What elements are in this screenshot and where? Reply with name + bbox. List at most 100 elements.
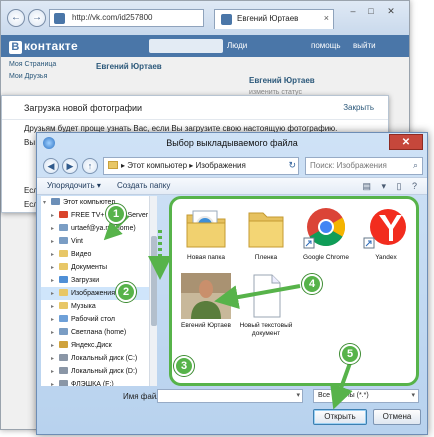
refresh-icon[interactable]: ↻: [288, 160, 296, 171]
file-label: Yandex: [375, 254, 397, 261]
expand-chevron-icon[interactable]: ▸: [51, 381, 59, 386]
filetype-value: Все файлы (*.*): [318, 392, 369, 399]
breadcrumb[interactable]: ▸ Этот компьютер ▸ Изображения ↻: [103, 157, 299, 175]
close-button[interactable]: ✕: [383, 5, 399, 17]
tree-item[interactable]: ▸ Загрузки: [41, 274, 156, 287]
expand-chevron-icon[interactable]: ▸: [51, 277, 59, 284]
new-folder-button[interactable]: Создать папку: [117, 181, 170, 190]
vk-search-label[interactable]: Люди: [227, 41, 247, 50]
tree-item[interactable]: ▸FREE TV+ Media Server: [41, 209, 156, 222]
file-item-new-folder[interactable]: Новая папка: [178, 205, 234, 262]
search-placeholder: Поиск: Изображения: [310, 161, 387, 170]
user-icon: [59, 328, 68, 335]
vk-menu-my-page[interactable]: Моя Страница: [1, 61, 81, 73]
tree-item[interactable]: ▸ Локальный диск (C:): [41, 352, 156, 365]
open-button[interactable]: Открыть: [313, 409, 367, 425]
expand-chevron-icon[interactable]: ▾: [43, 199, 51, 206]
tree-item-label: Документы: [71, 264, 108, 271]
vk-logout-link[interactable]: выйти: [353, 41, 376, 50]
step-badge-1: 1: [106, 204, 126, 224]
filetype-select[interactable]: Все файлы (*.*) ▾: [313, 389, 419, 403]
tree-item[interactable]: ▸ Vint: [41, 235, 156, 248]
back-button[interactable]: ←: [7, 9, 25, 27]
expand-chevron-icon[interactable]: ▸: [51, 264, 59, 271]
expand-chevron-icon[interactable]: ▸: [51, 316, 59, 323]
file-dialog-nav-row: ◀ ▶ ↑ ▸ Этот компьютер ▸ Изображения ↻ П…: [41, 155, 425, 177]
vk-menu-my-friends[interactable]: Мои Друзья: [1, 73, 81, 85]
vk-favicon-icon: [54, 13, 65, 24]
search-input[interactable]: Поиск: Изображения ⌕: [305, 157, 423, 175]
file-item-plenka[interactable]: Пленка: [238, 205, 294, 262]
file-item-google-chrome[interactable]: Google Chrome: [298, 205, 354, 262]
nav-forward-button[interactable]: ▶: [62, 158, 78, 174]
expand-chevron-icon[interactable]: ▸: [51, 329, 59, 336]
expand-chevron-icon[interactable]: ▸: [51, 355, 59, 362]
breadcrumb-path: ▸ Этот компьютер ▸ Изображения: [121, 161, 246, 170]
tree-scroll-thumb[interactable]: [151, 236, 157, 326]
nav-up-button[interactable]: ↑: [82, 158, 98, 174]
tree-item[interactable]: ▸ Рабочий стол: [41, 313, 156, 326]
tree-scrollbar[interactable]: [149, 196, 157, 386]
step-badge-5: 5: [340, 344, 360, 364]
vk-search-input[interactable]: [149, 39, 223, 53]
chevron-down-icon[interactable]: ▾: [296, 391, 300, 399]
file-dialog-toolbar: Упорядочить ▾ Создать папку ▤ ▾ ▯ ?: [37, 177, 427, 195]
minimize-button[interactable]: –: [345, 5, 361, 17]
media-icon: [59, 211, 68, 218]
maximize-button[interactable]: □: [363, 5, 379, 17]
back-arrow-icon: ←: [11, 12, 21, 23]
step-badge-4: 4: [302, 274, 322, 294]
tree-item-label: urtaef@ya.ru (home): [71, 225, 136, 232]
view-options-icons[interactable]: ▤ ▾ ▯ ?: [363, 181, 421, 192]
tree-item-label: Светлана (home): [71, 329, 127, 336]
expand-chevron-icon[interactable]: ▸: [51, 238, 59, 245]
vk-left-menu: Моя Страница Мои Друзья: [1, 57, 81, 85]
tree-item[interactable]: ▾ Этот компьютер: [41, 196, 156, 209]
tree-item[interactable]: ▸ Яндекс.Диск: [41, 339, 156, 352]
forward-button[interactable]: →: [28, 9, 46, 27]
file-label: Пленка: [254, 254, 278, 261]
tree-item[interactable]: ▸ urtaef@ya.ru (home): [41, 222, 156, 235]
drive-icon: [59, 354, 68, 361]
tree-item[interactable]: ▸ Документы: [41, 261, 156, 274]
tree-item-label: Этот компьютер: [63, 199, 116, 206]
expand-chevron-icon[interactable]: ▸: [51, 290, 59, 297]
user-icon: [59, 237, 68, 244]
tree-item[interactable]: ▸ Изображения: [41, 287, 156, 300]
tree-item[interactable]: ▸ Музыка: [41, 300, 156, 313]
upload-close-link[interactable]: Закрыть: [343, 103, 374, 112]
folder-icon: [59, 315, 68, 322]
organize-menu[interactable]: Упорядочить ▾: [47, 181, 101, 190]
file-item-text-document[interactable]: Новый текстовый документ: [238, 273, 294, 338]
user-icon: [59, 224, 68, 231]
expand-chevron-icon[interactable]: ▸: [51, 212, 59, 219]
expand-chevron-icon[interactable]: ▸: [51, 303, 59, 310]
file-dialog-close-button[interactable]: ✕: [389, 134, 423, 150]
tree-item[interactable]: ▸ Светлана (home): [41, 326, 156, 339]
address-bar[interactable]: http://vk.com/id257800: [49, 9, 204, 27]
expand-chevron-icon[interactable]: ▸: [51, 251, 59, 258]
file-item-photo[interactable]: Евгений Юртаев: [178, 273, 234, 330]
tree-item-label: ФЛЭШКА (F:): [71, 381, 114, 386]
filename-input[interactable]: ▾: [157, 389, 303, 403]
disk-icon: [59, 341, 68, 348]
expand-chevron-icon[interactable]: ▸: [51, 368, 59, 375]
vk-logo[interactable]: Вконтакте: [9, 39, 78, 54]
tab-title: Евгений Юртаев: [237, 14, 299, 23]
expand-chevron-icon[interactable]: ▸: [51, 225, 59, 232]
expand-chevron-icon[interactable]: ▸: [51, 342, 59, 349]
tree-item[interactable]: ▸ ФЛЭШКА (F:): [41, 378, 156, 386]
vk-help-link[interactable]: помощь: [311, 41, 340, 50]
vk-tab-icon: [221, 14, 232, 25]
tree-item[interactable]: ▸ Видео: [41, 248, 156, 261]
nav-back-button[interactable]: ◀: [43, 158, 59, 174]
tree-item[interactable]: ▸ Локальный диск (D:): [41, 365, 156, 378]
photo-thumbnail: [181, 273, 231, 319]
cancel-button[interactable]: Отмена: [373, 409, 421, 425]
tab-profile[interactable]: Евгений Юртаев ×: [214, 9, 334, 29]
file-item-yandex[interactable]: Yandex: [358, 205, 414, 262]
tree-item-label: Vint: [71, 238, 83, 245]
tab-close-icon[interactable]: ×: [324, 13, 329, 23]
folder-with-image-icon: [183, 205, 229, 251]
vk-profile-name-main: Евгений Юртаев: [249, 76, 315, 85]
